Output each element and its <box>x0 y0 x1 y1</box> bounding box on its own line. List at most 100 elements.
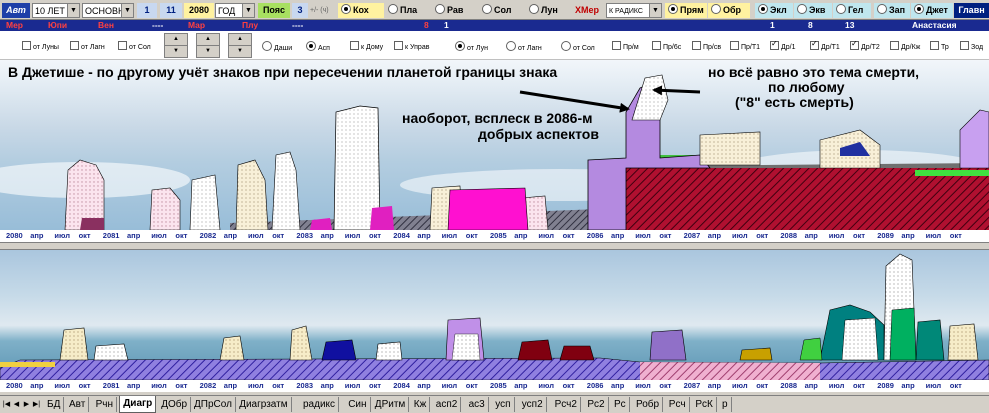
auto-button[interactable]: Авт <box>2 3 30 18</box>
mode-value: ОСНОВН <box>85 6 125 16</box>
sheet-tabs: |◀ ◀ ▶ ▶| БД Авт Рчн Диагр ДОбр ДПрСол Диагрза… <box>0 395 989 413</box>
check-from-sun[interactable]: от Сол <box>118 41 151 53</box>
spin-down-2[interactable]: ▼ <box>196 45 220 58</box>
chevron-down-icon[interactable]: ▼ <box>649 4 661 17</box>
check-dr-kzh[interactable]: Др/Кж <box>890 41 920 53</box>
check-dr-t1[interactable]: Др/Т1 <box>810 39 840 53</box>
tab-5[interactable]: ДПрСол <box>191 397 236 412</box>
radio-pla[interactable]: Пла <box>385 3 431 18</box>
tab-21[interactable]: р <box>719 397 732 412</box>
mode-combo[interactable]: ОСНОВН ▼ <box>82 3 134 18</box>
radio-rav[interactable]: Рав <box>432 3 478 18</box>
radio-dashi[interactable]: Даши <box>262 41 292 54</box>
tab-6[interactable]: Диагрзатм <box>236 397 292 412</box>
tab-12[interactable]: ас3 <box>466 397 489 412</box>
radio-dot-icon <box>836 4 846 14</box>
axis-tick-label: окт <box>175 231 188 240</box>
check-to-ruler[interactable]: к Управ <box>394 41 429 53</box>
tab-18[interactable]: Робр <box>633 397 664 412</box>
tab-13[interactable]: усп <box>492 397 515 412</box>
radio-mer[interactable]: XМер <box>573 3 605 18</box>
first-tab-icon[interactable]: |◀ <box>2 399 11 410</box>
axis-tick-label: апр <box>417 231 431 240</box>
radio-ekv[interactable]: Экв <box>794 3 832 18</box>
prev-tab-icon[interactable]: ◀ <box>12 399 21 410</box>
radio-ecl[interactable]: Экл <box>755 3 793 18</box>
radio-reverse[interactable]: Обр <box>708 3 750 18</box>
tab-1[interactable]: Авт <box>66 397 90 412</box>
check-pr-m[interactable]: Пр/м <box>612 41 639 53</box>
tab-2[interactable]: Рчн <box>93 397 117 412</box>
check-from-moon[interactable]: от Луны <box>22 41 59 53</box>
spin-down-1[interactable]: ▼ <box>164 45 188 58</box>
main-button[interactable]: Главн <box>954 3 989 18</box>
tab-14[interactable]: усп2 <box>519 397 547 412</box>
tab-16[interactable]: Рс2 <box>584 397 609 412</box>
planet-mar: Мар <box>188 20 206 30</box>
radio-asp[interactable]: Асп <box>306 41 330 54</box>
axis-tick-label: июл <box>54 381 70 390</box>
tab-4[interactable]: ДОбр <box>158 397 192 412</box>
check-from-lagna[interactable]: от Лагн <box>70 41 105 53</box>
radio-dot-icon <box>435 4 445 14</box>
radix-combo[interactable]: К РАДИКС ▼ <box>606 3 662 18</box>
checkbox-icon <box>692 41 701 50</box>
check-pr-6s[interactable]: Пр/6с <box>652 41 681 53</box>
tab-20[interactable]: РсК <box>692 397 717 412</box>
axis-tick-label: апр <box>417 381 431 390</box>
tab-8[interactable]: Син <box>345 397 371 412</box>
tab-17[interactable]: Рс <box>611 397 630 412</box>
radio-dot-icon <box>758 4 768 14</box>
zone-button[interactable]: Пояс <box>258 3 290 18</box>
check-dr-t2[interactable]: Др/Т2 <box>850 39 880 53</box>
radio-dot-icon <box>388 4 398 14</box>
spin-down-3[interactable]: ▼ <box>228 45 252 58</box>
tab-3[interactable]: Диагр <box>119 396 157 413</box>
period-combo[interactable]: 10 ЛЕТ ▼ <box>32 3 80 18</box>
radio-from-lagna[interactable]: от Лагн <box>506 41 542 54</box>
annotation-arrows <box>519 85 701 113</box>
checkbox-icon <box>394 41 403 50</box>
tab-9[interactable]: ДРитм <box>372 397 410 412</box>
axis-tick-label: 2084 <box>393 231 410 240</box>
radio-from-sun[interactable]: от Сол <box>561 41 595 54</box>
planet-jup: Юпи <box>48 20 68 30</box>
radio-koh[interactable]: Кох <box>338 3 384 18</box>
tab-7[interactable]: радикс <box>300 397 340 412</box>
radio-lun[interactable]: Лун <box>526 3 572 18</box>
chevron-down-icon[interactable]: ▼ <box>67 4 79 17</box>
check-tr[interactable]: Тр <box>930 41 949 53</box>
last-tab-icon[interactable]: ▶| <box>32 399 41 410</box>
radio-jet[interactable]: Джет <box>911 3 953 18</box>
axis-tick-label: апр <box>127 381 141 390</box>
zone-value[interactable]: 3 <box>292 3 308 18</box>
tab-11[interactable]: асп2 <box>433 397 462 412</box>
next-tab-icon[interactable]: ▶ <box>22 399 31 410</box>
tab-10[interactable]: Кж <box>411 397 431 412</box>
planet-plu: Плу <box>242 20 259 30</box>
radio-sol[interactable]: Сол <box>479 3 525 18</box>
chevron-down-icon[interactable]: ▼ <box>121 4 133 17</box>
check-dr-1[interactable]: Др/1 <box>770 39 795 53</box>
n1-cell[interactable]: 1 <box>137 3 157 18</box>
chevron-down-icon[interactable]: ▼ <box>242 4 254 17</box>
check-pr-sv[interactable]: Пр/св <box>692 41 721 53</box>
radio-direct[interactable]: Прям <box>665 3 707 18</box>
radio-zap[interactable]: Зап <box>874 3 910 18</box>
axis-tick-label: июл <box>828 231 845 240</box>
tab-15[interactable]: Рсч2 <box>552 397 581 412</box>
radio-dot-icon <box>877 4 887 14</box>
check-label: Тр <box>941 44 949 51</box>
tab-19[interactable]: Рсч <box>666 397 690 412</box>
radio-label: Обр <box>723 5 742 15</box>
year-unit-combo[interactable]: ГОД ▼ <box>215 3 255 18</box>
n11-cell[interactable]: 11 <box>160 3 182 18</box>
tab-0[interactable]: БД <box>44 397 65 412</box>
axis-tick-label: апр <box>901 381 915 390</box>
radio-from-moon[interactable]: от Лун <box>455 41 488 54</box>
radio-gel[interactable]: Гел <box>833 3 871 18</box>
check-to-house[interactable]: к Дому <box>350 41 383 53</box>
check-pr-t1[interactable]: Пр/Т1 <box>730 41 760 53</box>
year-cell[interactable]: 2080 <box>184 3 214 18</box>
check-zod[interactable]: Зод <box>960 41 983 53</box>
